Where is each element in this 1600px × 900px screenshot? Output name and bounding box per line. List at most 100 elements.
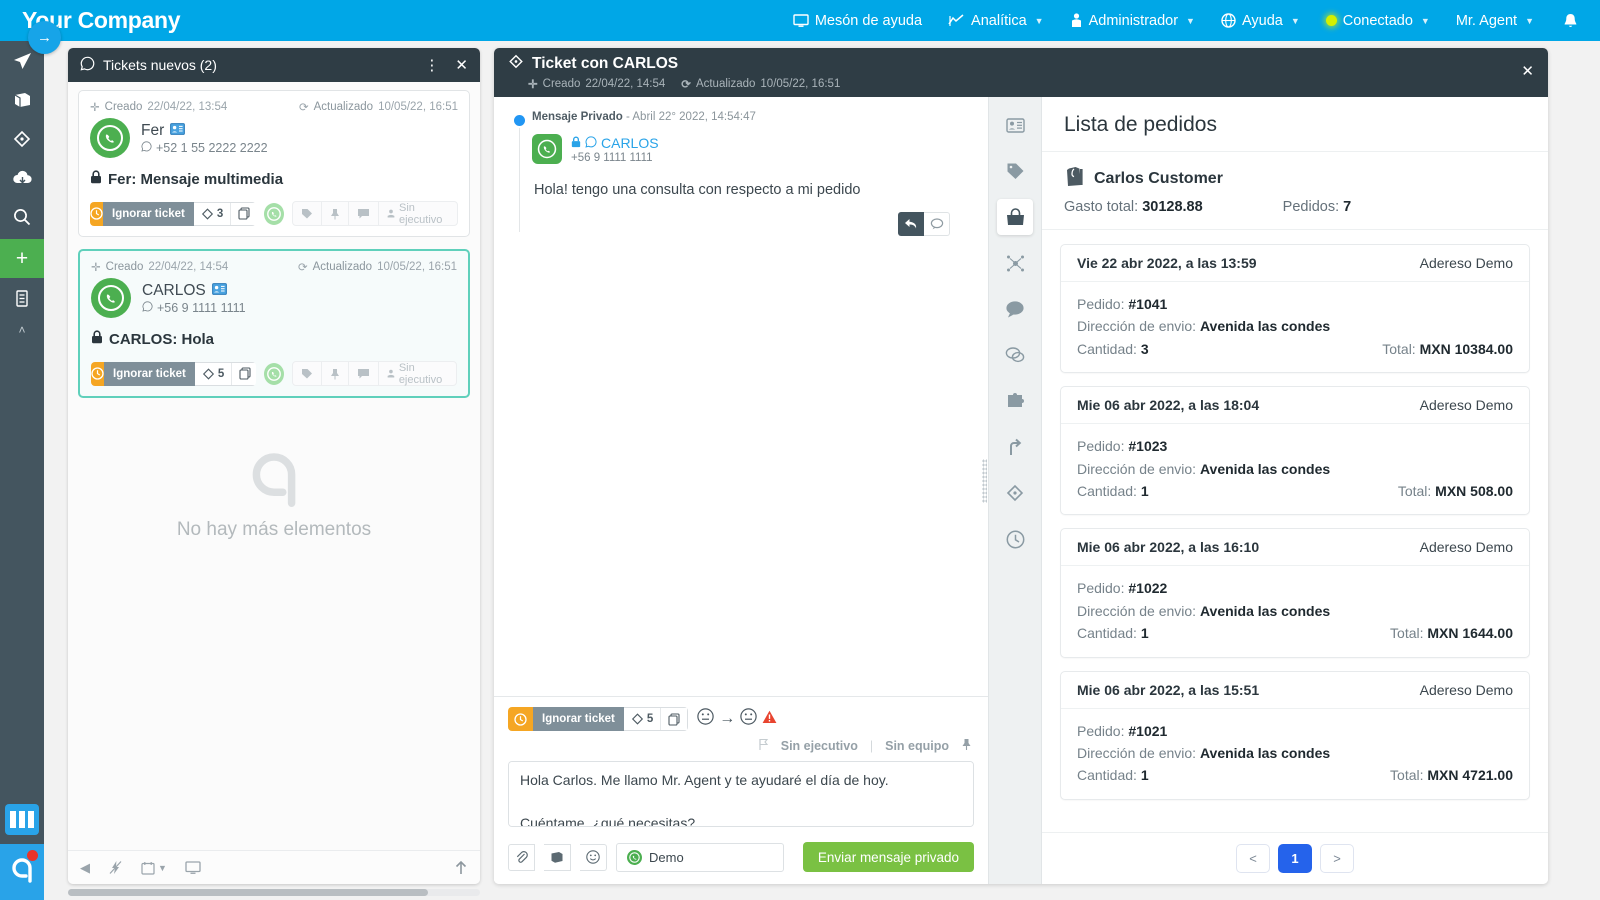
assignee-button[interactable]: Sin ejecutivo	[378, 202, 457, 225]
whatsapp-channel-icon[interactable]	[264, 203, 284, 225]
nav-item-help[interactable]: Ayuda ▼	[1208, 0, 1313, 41]
chat-icon[interactable]	[997, 291, 1033, 327]
order-quantity: 1	[1141, 767, 1149, 783]
order-card[interactable]: Vie 22 abr 2022, a las 13:59 Adereso Dem…	[1060, 244, 1530, 373]
nav-item-analytics[interactable]: Analítica ▼	[935, 0, 1057, 41]
tag-icon[interactable]	[997, 153, 1033, 189]
ticket-count-group[interactable]: 5	[624, 707, 688, 731]
sidebar-icon-strip	[988, 97, 1042, 884]
rail-item-tickets[interactable]	[0, 122, 44, 161]
neutral-face-icon[interactable]	[740, 708, 757, 730]
panel-resize-handle[interactable]	[982, 459, 987, 503]
pin-icon[interactable]	[321, 362, 348, 385]
ticket-icon[interactable]	[997, 475, 1033, 511]
warning-icon[interactable]	[762, 710, 777, 728]
updated-value: 10/05/22, 16:51	[378, 101, 458, 113]
calendar-icon[interactable]: ▼	[141, 861, 167, 875]
puzzle-icon[interactable]	[997, 383, 1033, 419]
reply-icon[interactable]	[898, 212, 924, 236]
ticket-count-group[interactable]: 3	[194, 202, 256, 226]
conversations-icon[interactable]	[997, 337, 1033, 373]
collapse-icon[interactable]: ◀	[80, 860, 90, 876]
ignore-ticket-button-group[interactable]: Ignorar ticket 5	[91, 362, 256, 386]
shopping-bag-icon[interactable]	[997, 199, 1033, 235]
nav-item-status[interactable]: Conectado ▼	[1313, 0, 1443, 41]
message-sender-name[interactable]: CARLOS	[601, 135, 659, 151]
template-icon[interactable]	[544, 844, 571, 871]
rail-grid-button[interactable]	[5, 804, 39, 835]
whatsapp-channel-icon[interactable]	[264, 363, 284, 385]
composer-team[interactable]: Sin equipo	[885, 739, 949, 753]
contact-card-icon[interactable]	[997, 107, 1033, 143]
tickets-horizontal-scrollbar[interactable]	[68, 889, 480, 896]
ignore-ticket-button-group[interactable]: Ignorar ticket 3	[90, 202, 256, 226]
order-shop-tag: Adereso Demo	[1420, 397, 1513, 413]
paperclip-icon[interactable]	[508, 844, 535, 871]
close-icon[interactable]: ✕	[1521, 62, 1534, 80]
lightning-off-icon[interactable]	[108, 860, 123, 875]
history-clock-icon[interactable]	[997, 521, 1033, 557]
ticket-card[interactable]: ✛ Creado 22/04/22, 13:54 ⟳ Actualizado 1…	[78, 90, 470, 237]
updated-value: 10/05/22, 16:51	[760, 78, 840, 90]
whatsapp-icon	[80, 56, 95, 74]
rail-collapse-toggle[interactable]: ˄	[0, 320, 44, 340]
escalate-icon[interactable]	[997, 429, 1033, 465]
copy-icon[interactable]	[231, 363, 256, 385]
comment-icon[interactable]	[924, 212, 950, 236]
order-total: MXN 1644.00	[1427, 625, 1513, 641]
pin-icon[interactable]	[321, 202, 348, 225]
ticket-count-group[interactable]: 5	[195, 362, 256, 386]
flag-icon[interactable]	[758, 738, 769, 754]
pagination-next-button[interactable]: >	[1320, 844, 1354, 873]
kebab-menu-icon[interactable]: ⋮	[424, 56, 439, 74]
order-card[interactable]: Mie 06 abr 2022, a las 15:51 Adereso Dem…	[1060, 671, 1530, 800]
assignee-label: Sin ejecutivo	[399, 202, 449, 226]
pagination-page-1[interactable]: 1	[1278, 844, 1312, 873]
channel-selector[interactable]: Demo	[616, 843, 784, 872]
copy-icon[interactable]	[660, 708, 687, 730]
emoji-icon[interactable]	[580, 844, 607, 871]
comment-icon[interactable]	[348, 362, 378, 385]
adereso-logo-button[interactable]	[0, 844, 44, 900]
rail-item-download[interactable]	[0, 161, 44, 200]
ticket-contact-phone-row: +52 1 55 2222 2222	[141, 141, 268, 155]
neutral-face-icon[interactable]	[697, 708, 714, 730]
send-private-message-button[interactable]: Enviar mensaje privado	[803, 842, 974, 872]
monitor-icon[interactable]	[185, 861, 201, 875]
copy-icon[interactable]	[230, 203, 255, 225]
notifications-button[interactable]	[1547, 0, 1600, 41]
nav-item-administrator[interactable]: Administrador ▼	[1057, 0, 1208, 41]
pagination-prev-button[interactable]: <	[1236, 844, 1270, 873]
contact-card-icon[interactable]	[170, 122, 185, 140]
close-icon[interactable]: ✕	[455, 56, 468, 74]
notification-dot-icon	[27, 850, 38, 861]
rail-expand-button[interactable]: →	[28, 21, 61, 54]
scroll-top-icon[interactable]	[454, 860, 468, 875]
composer-executive[interactable]: Sin ejecutivo	[781, 739, 858, 753]
nav-item-help-desk[interactable]: Mesón de ayuda	[780, 0, 935, 41]
pin-icon[interactable]	[961, 738, 972, 754]
ticket-count: 5	[624, 708, 660, 730]
ticket-card[interactable]: ✛ Creado 22/04/22, 14:54 ⟳ Actualizado 1…	[78, 249, 470, 398]
network-icon[interactable]	[997, 245, 1033, 281]
order-date: Vie 22 abr 2022, a las 13:59	[1077, 255, 1257, 271]
rail-item-list[interactable]	[0, 281, 44, 320]
ignore-ticket-button-group[interactable]: Ignorar ticket 5	[508, 707, 688, 731]
comment-icon[interactable]	[348, 202, 378, 225]
message-input[interactable]	[508, 761, 974, 827]
tag-icon[interactable]	[293, 362, 321, 385]
rail-item-new[interactable]: +	[0, 239, 44, 278]
order-card[interactable]: Mie 06 abr 2022, a las 16:10 Adereso Dem…	[1060, 528, 1530, 657]
tag-icon[interactable]	[293, 202, 321, 225]
rail-item-books[interactable]	[0, 83, 44, 122]
assignee-button[interactable]: Sin ejecutivo	[378, 362, 456, 385]
lock-icon	[571, 135, 581, 151]
contact-card-icon[interactable]	[212, 282, 227, 300]
scrollbar-thumb[interactable]	[68, 889, 428, 896]
nav-item-user[interactable]: Mr. Agent ▼	[1443, 0, 1547, 41]
clock-icon	[90, 202, 103, 226]
whatsapp-icon	[627, 850, 642, 865]
whatsapp-avatar-icon	[91, 278, 131, 318]
rail-item-search[interactable]	[0, 200, 44, 239]
order-card[interactable]: Mie 06 abr 2022, a las 18:04 Adereso Dem…	[1060, 386, 1530, 515]
